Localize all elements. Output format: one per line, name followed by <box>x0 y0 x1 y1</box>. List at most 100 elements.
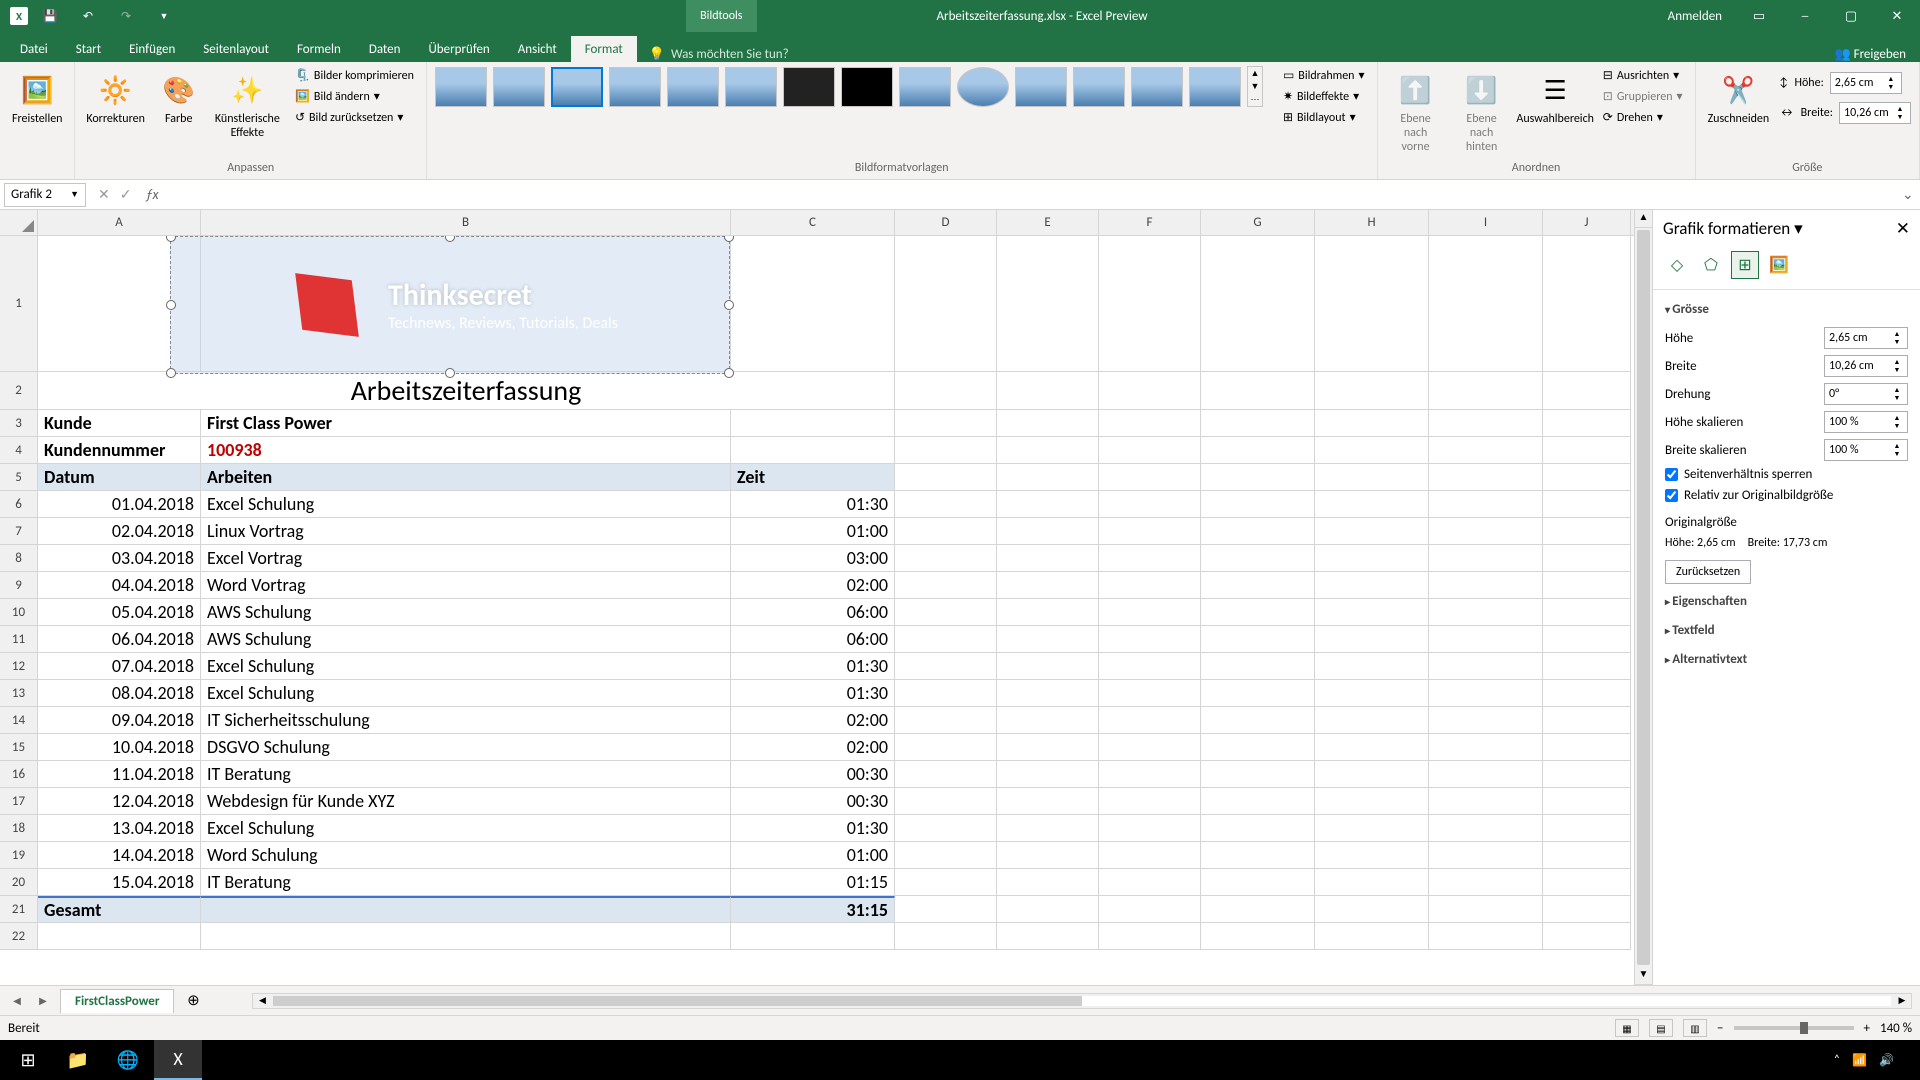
row-header[interactable]: 5 <box>0 464 38 491</box>
cell[interactable] <box>997 842 1099 869</box>
style-thumb[interactable] <box>551 67 603 107</box>
cell[interactable] <box>1429 372 1543 410</box>
cell[interactable] <box>1201 923 1315 950</box>
cell[interactable]: 02.04.2018 <box>38 518 201 545</box>
row-header[interactable]: 22 <box>0 923 38 950</box>
cell[interactable] <box>1543 626 1631 653</box>
row-header[interactable]: 15 <box>0 734 38 761</box>
cell[interactable] <box>1201 437 1315 464</box>
task-file-explorer[interactable]: 📁 <box>54 1040 102 1080</box>
picture-layout-button[interactable]: ⊞Bildlayout ▾ <box>1279 108 1369 127</box>
tab-ueberpruefen[interactable]: Überprüfen <box>414 36 503 62</box>
cell[interactable] <box>1429 491 1543 518</box>
selection-pane-button[interactable]: ☰Auswahlbereich <box>1518 66 1593 130</box>
cell[interactable]: Excel Vortrag <box>201 545 731 572</box>
cell[interactable] <box>895 437 997 464</box>
cell[interactable] <box>1543 653 1631 680</box>
qat-customize[interactable]: ▼ <box>148 2 180 30</box>
cell[interactable] <box>1315 626 1429 653</box>
resize-handle[interactable] <box>166 236 176 242</box>
cell[interactable] <box>1201 896 1315 923</box>
cell[interactable] <box>895 896 997 923</box>
sheet-nav-last[interactable]: ▶ <box>34 994 52 1007</box>
rotate-button[interactable]: ⟳Drehen ▾ <box>1599 108 1687 127</box>
cell[interactable]: Excel Schulung <box>201 815 731 842</box>
cell[interactable] <box>1099 869 1201 896</box>
sheet-tab[interactable]: FirstClassPower <box>60 989 174 1013</box>
cell[interactable]: 02:00 <box>731 707 895 734</box>
style-thumb[interactable] <box>667 67 719 107</box>
formula-cancel[interactable]: ✕ <box>98 186 110 203</box>
cell[interactable] <box>1543 896 1631 923</box>
cell[interactable] <box>895 464 997 491</box>
height-input[interactable]: 2,65 cm▲▼ <box>1830 72 1902 94</box>
cell[interactable]: 02:00 <box>731 734 895 761</box>
cell[interactable] <box>1543 572 1631 599</box>
cell[interactable]: 01:00 <box>731 518 895 545</box>
col-header[interactable]: I <box>1429 210 1543 235</box>
cell[interactable] <box>1543 869 1631 896</box>
reset-picture-button[interactable]: ↺Bild zurücksetzen ▾ <box>291 108 418 127</box>
tray-chevron[interactable]: ˄ <box>1834 1053 1840 1067</box>
scroll-up[interactable]: ▲ <box>1635 210 1652 228</box>
cell[interactable]: 01:30 <box>731 491 895 518</box>
cell[interactable]: 11.04.2018 <box>38 761 201 788</box>
cell[interactable] <box>997 599 1099 626</box>
cell[interactable] <box>1543 815 1631 842</box>
cell[interactable]: 13.04.2018 <box>38 815 201 842</box>
cell[interactable]: 07.04.2018 <box>38 653 201 680</box>
col-header[interactable]: J <box>1543 210 1631 235</box>
corrections-button[interactable]: 🔆Korrekturen <box>83 66 147 130</box>
cell[interactable] <box>1429 707 1543 734</box>
cell[interactable] <box>1315 464 1429 491</box>
style-thumb[interactable] <box>1131 67 1183 107</box>
cell[interactable] <box>997 491 1099 518</box>
cell[interactable] <box>895 707 997 734</box>
cell[interactable]: 01:30 <box>731 680 895 707</box>
cell[interactable] <box>1315 572 1429 599</box>
section-properties[interactable]: Eigenschaften <box>1665 590 1908 613</box>
tab-format[interactable]: Format <box>571 36 637 62</box>
pane-fill-icon[interactable]: ◇ <box>1663 251 1691 279</box>
cell[interactable] <box>895 842 997 869</box>
ribbon-display-options[interactable]: ▭ <box>1736 0 1782 32</box>
cell[interactable] <box>1315 923 1429 950</box>
row-header[interactable]: 6 <box>0 491 38 518</box>
cell[interactable] <box>1201 761 1315 788</box>
cell[interactable]: 10.04.2018 <box>38 734 201 761</box>
cell[interactable]: 100938 <box>201 437 731 464</box>
cell[interactable] <box>1315 599 1429 626</box>
cell[interactable] <box>1315 410 1429 437</box>
cell[interactable] <box>997 572 1099 599</box>
cell[interactable] <box>1315 842 1429 869</box>
cell[interactable] <box>1201 572 1315 599</box>
cell[interactable]: 09.04.2018 <box>38 707 201 734</box>
name-box[interactable]: Grafik 2▼ <box>4 183 86 207</box>
style-thumb[interactable] <box>435 67 487 107</box>
cell[interactable] <box>1201 410 1315 437</box>
cell[interactable] <box>895 680 997 707</box>
row-header[interactable]: 20 <box>0 869 38 896</box>
cell[interactable] <box>1543 518 1631 545</box>
cell[interactable]: 05.04.2018 <box>38 599 201 626</box>
add-sheet-button[interactable]: ⊕ <box>182 990 204 1012</box>
cell[interactable] <box>1543 788 1631 815</box>
fx-icon[interactable]: ƒx <box>145 186 158 203</box>
cell[interactable]: Kunde <box>38 410 201 437</box>
cell[interactable]: 00:30 <box>731 788 895 815</box>
cell[interactable] <box>1201 815 1315 842</box>
cell[interactable] <box>895 599 997 626</box>
style-thumb[interactable] <box>1015 67 1067 107</box>
cell[interactable] <box>997 788 1099 815</box>
row-header[interactable]: 11 <box>0 626 38 653</box>
row-header[interactable]: 21 <box>0 896 38 923</box>
cell[interactable] <box>1201 491 1315 518</box>
cell[interactable] <box>1543 437 1631 464</box>
cell[interactable]: Datum <box>38 464 201 491</box>
cell[interactable]: Linux Vortrag <box>201 518 731 545</box>
cell[interactable]: 15.04.2018 <box>38 869 201 896</box>
row-header[interactable]: 16 <box>0 761 38 788</box>
col-header[interactable]: H <box>1315 210 1429 235</box>
scroll-left[interactable]: ◀ <box>253 995 271 1006</box>
col-header[interactable]: A <box>38 210 201 235</box>
